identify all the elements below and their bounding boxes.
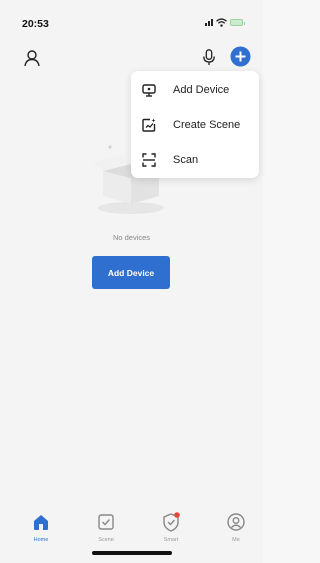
- scene-icon: [98, 514, 114, 530]
- status-bar: 20:53: [0, 0, 263, 36]
- home-indicator: [92, 551, 172, 555]
- profile-icon[interactable]: [24, 49, 40, 67]
- add-menu-popup: Add Device Create Scene Scan: [131, 71, 259, 178]
- menu-item-create-scene[interactable]: Create Scene: [131, 108, 259, 141]
- menu-item-scan[interactable]: Scan: [131, 143, 259, 176]
- menu-item-label: Add Device: [173, 83, 230, 96]
- tab-label: Scene: [98, 537, 114, 543]
- me-icon: [227, 513, 245, 531]
- add-circle-icon[interactable]: [230, 46, 251, 67]
- status-time: 20:53: [22, 18, 49, 30]
- tab-smart[interactable]: Smart: [146, 512, 196, 550]
- tab-label: Me: [232, 537, 240, 543]
- scan-icon: [142, 152, 156, 167]
- app-screen: 20:53 No devices Add Device Add Device C…: [0, 0, 263, 563]
- tab-home[interactable]: Home: [16, 512, 66, 550]
- notification-badge: [174, 512, 180, 518]
- add-device-button[interactable]: Add Device: [92, 256, 170, 289]
- menu-item-label: Scan: [173, 153, 199, 166]
- status-icons: [205, 17, 245, 27]
- home-icon: [34, 515, 48, 530]
- tab-me[interactable]: Me: [211, 512, 261, 550]
- menu-item-label: Create Scene: [173, 118, 241, 131]
- signal-icon: [205, 18, 213, 26]
- wifi-icon: [216, 17, 227, 27]
- top-bar: [0, 44, 263, 74]
- smart-icon: [163, 512, 180, 532]
- battery-icon: [230, 18, 245, 26]
- tab-label: Home: [33, 537, 49, 543]
- tab-label: Smart: [163, 537, 179, 543]
- microphone-icon[interactable]: [203, 49, 215, 66]
- menu-item-add-device[interactable]: Add Device: [131, 73, 259, 106]
- empty-state-message: No devices: [112, 233, 151, 242]
- add-device-icon: [142, 83, 156, 97]
- tab-scene[interactable]: Scene: [81, 512, 131, 550]
- create-scene-icon: [142, 118, 156, 132]
